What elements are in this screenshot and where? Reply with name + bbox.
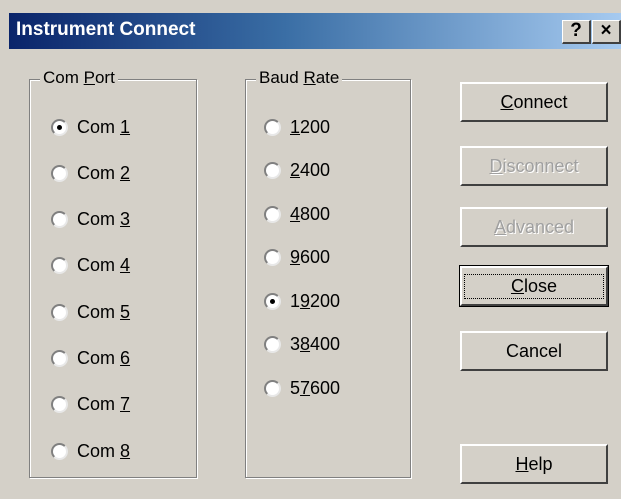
connect-button[interactable]: Connect [460, 82, 608, 122]
help-titlebar-button[interactable]: ? [562, 20, 591, 44]
radio-button-icon[interactable] [51, 442, 68, 460]
baud-rate-legend: Baud Rate [256, 68, 343, 88]
com-port-label: Com 1 [77, 116, 131, 137]
baud-rate-option[interactable]: 9600 [264, 245, 330, 271]
com-port-label: Com 3 [77, 209, 131, 230]
close-titlebar-button[interactable]: × [592, 20, 621, 44]
close-icon: × [600, 20, 612, 41]
radio-button-icon[interactable] [264, 205, 281, 223]
com-port-option[interactable]: Com 8 [51, 438, 130, 464]
baud-rate-label: 9600 [290, 247, 331, 267]
baud-rate-option[interactable]: 4800 [264, 201, 330, 227]
connect-label: Connect [500, 91, 568, 112]
advanced-button: Advanced [460, 207, 608, 247]
com-port-legend: Com Port [40, 68, 118, 88]
radio-button-icon[interactable] [51, 118, 68, 136]
radio-button-icon[interactable] [51, 303, 68, 321]
baud-rate-label: 19200 [290, 290, 341, 311]
com-port-option[interactable]: Com 1 [51, 114, 130, 140]
cancel-label: Cancel [505, 340, 563, 361]
baud-rate-label: 57600 [290, 377, 341, 398]
cancel-button[interactable]: Cancel [460, 331, 608, 371]
disconnect-label: Disconnect [489, 155, 579, 176]
baud-rate-option[interactable]: 1200 [264, 114, 330, 140]
title-bar[interactable]: Instrument Connect ? × [9, 13, 621, 49]
baud-rate-label: 4800 [290, 203, 331, 224]
baud-rate-option[interactable]: 38400 [264, 332, 340, 358]
radio-button-icon[interactable] [51, 350, 68, 367]
com-port-label: Com 6 [77, 348, 131, 368]
baud-rate-label: 2400 [290, 160, 331, 180]
com-port-label: Com 5 [77, 301, 131, 322]
radio-button-icon[interactable] [264, 336, 281, 353]
disconnect-button: Disconnect [460, 146, 608, 186]
radio-button-icon[interactable] [264, 162, 281, 179]
baud-rate-option[interactable]: 19200 [264, 288, 340, 314]
radio-button-icon[interactable] [264, 292, 281, 310]
radio-button-icon[interactable] [264, 379, 281, 397]
radio-button-icon[interactable] [264, 118, 281, 136]
close-button[interactable]: Close [459, 265, 609, 307]
com-port-option[interactable]: Com 3 [51, 207, 130, 233]
radio-button-icon[interactable] [51, 396, 68, 414]
com-port-option[interactable]: Com 7 [51, 392, 130, 418]
baud-rate-option[interactable]: 2400 [264, 158, 330, 184]
radio-button-icon[interactable] [264, 249, 281, 266]
com-port-option[interactable]: Com 6 [51, 346, 130, 372]
radio-dot-icon [270, 298, 275, 304]
com-port-label: Com 4 [77, 255, 131, 276]
baud-rate-option[interactable]: 57600 [264, 375, 340, 401]
help-label: Help [515, 453, 553, 474]
radio-button-icon[interactable] [51, 164, 68, 182]
radio-button-icon[interactable] [51, 257, 68, 275]
com-port-label: Com 7 [77, 394, 131, 415]
window-title: Instrument Connect [16, 19, 196, 40]
baud-rate-label: 1200 [290, 116, 331, 137]
com-port-option[interactable]: Com 2 [51, 160, 130, 186]
help-button[interactable]: Help [460, 444, 608, 484]
radio-dot-icon [57, 124, 62, 130]
baud-rate-legend-text: Baud Rate [259, 68, 340, 87]
com-port-label: Com 2 [77, 162, 131, 183]
radio-button-icon[interactable] [51, 211, 68, 229]
baud-rate-label: 38400 [290, 334, 341, 354]
instrument-connect-dialog: Instrument Connect ? × Com Port Com 1 Com… [0, 0, 621, 499]
close-label: Close [510, 275, 558, 296]
com-port-option[interactable]: Com 4 [51, 253, 130, 279]
com-port-legend-text: Com Port [43, 68, 115, 87]
close-focus-rect: Close [463, 273, 605, 299]
advanced-label: Advanced [493, 216, 575, 237]
com-port-option[interactable]: Com 5 [51, 299, 130, 325]
question-mark-icon: ? [570, 20, 582, 41]
com-port-label: Com 8 [77, 440, 131, 461]
